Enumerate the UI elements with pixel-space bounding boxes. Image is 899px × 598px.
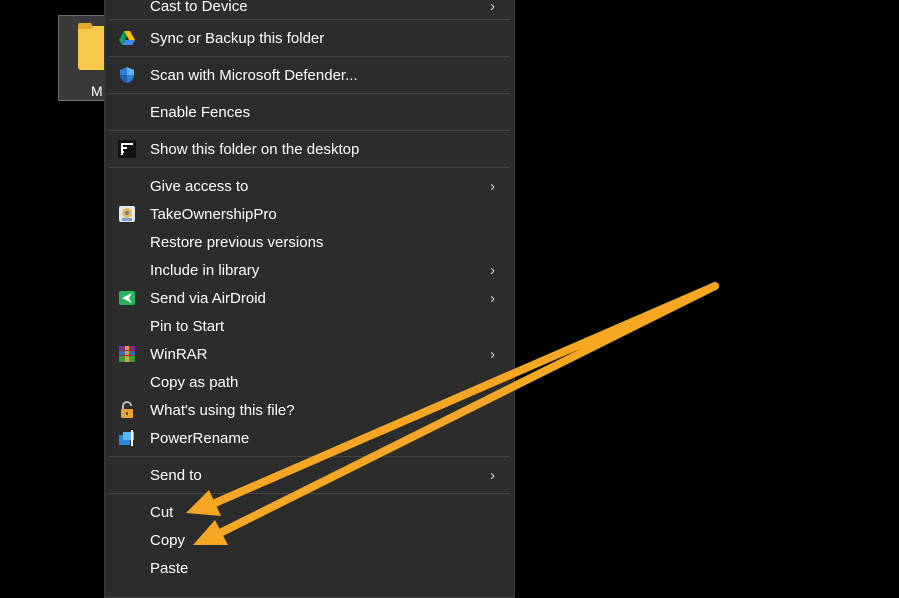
arrow-to-cut: [211, 282, 719, 507]
arrow-to-copy: [218, 282, 719, 536]
annotation-arrows: [186, 282, 719, 545]
